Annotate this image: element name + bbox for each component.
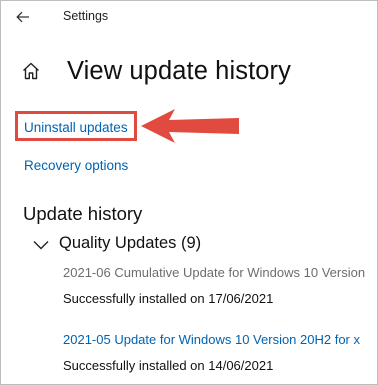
group-label: Quality Updates (9)	[59, 234, 202, 252]
back-button[interactable]	[11, 7, 37, 29]
page-title: View update history	[67, 57, 291, 85]
update-history-heading: Update history	[23, 203, 143, 224]
home-icon	[23, 62, 39, 80]
home-button[interactable]	[21, 61, 47, 87]
update-status: Successfully installed on 14/06/2021	[63, 358, 274, 373]
recovery-options-link[interactable]: Recovery options	[24, 158, 128, 173]
window-title: Settings	[63, 9, 109, 23]
chevron-down-icon	[33, 241, 49, 250]
update-title[interactable]: 2021-06 Cumulative Update for Windows 10…	[63, 265, 365, 280]
title-bar: Settings	[1, 1, 377, 35]
settings-window: Settings View update history Uninstall u…	[0, 0, 378, 385]
annotation-arrow-icon	[141, 109, 239, 143]
update-status: Successfully installed on 17/06/2021	[63, 291, 274, 306]
update-title-link[interactable]: 2021-05 Update for Windows 10 Version 20…	[63, 332, 360, 347]
uninstall-updates-link[interactable]: Uninstall updates	[24, 120, 128, 135]
arrow-left-icon	[16, 11, 29, 23]
